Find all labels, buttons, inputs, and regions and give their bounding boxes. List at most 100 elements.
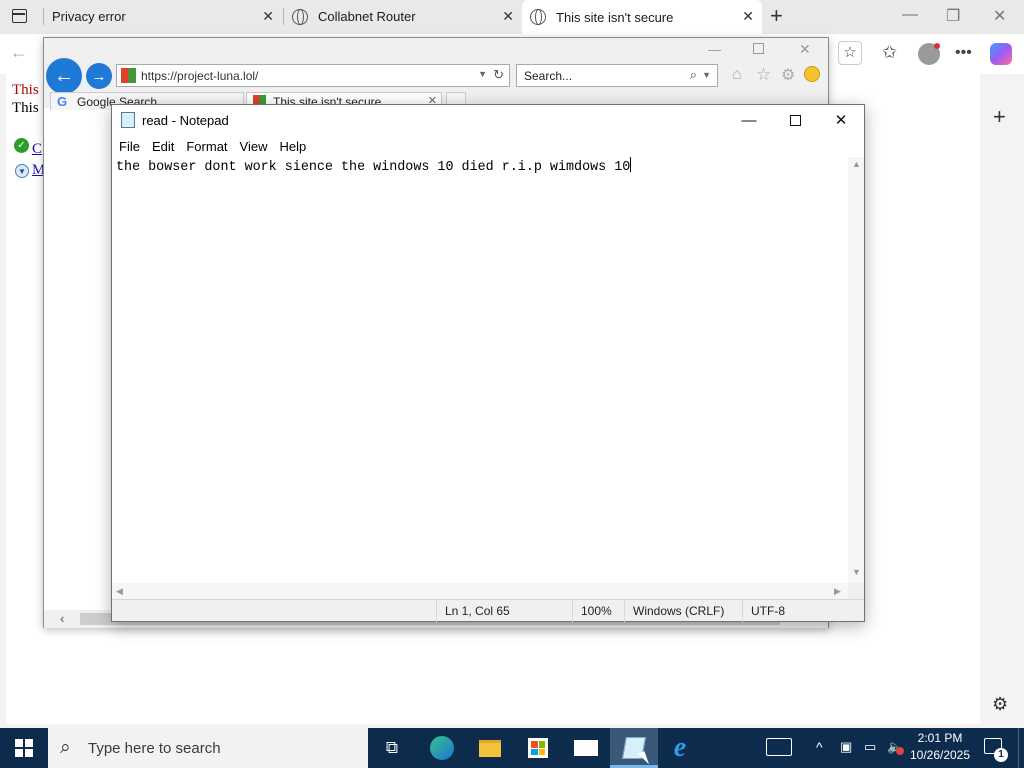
task-view-icon[interactable]: ⧉	[378, 734, 406, 762]
clock-date: 10/26/2025	[909, 748, 971, 762]
address-dropdown-icon[interactable]: ▼	[478, 69, 487, 79]
favorite-star-icon[interactable]: ☆	[838, 41, 862, 65]
back-icon[interactable]: ←	[10, 42, 28, 63]
status-line-ending: Windows (CRLF)	[624, 600, 742, 622]
tools-gear-icon[interactable]: ⚙	[781, 65, 795, 85]
show-hidden-icons-icon[interactable]: ^	[816, 739, 823, 755]
ie-forward-icon[interactable]: →	[86, 63, 112, 89]
search-icon: ⌕	[60, 737, 71, 758]
notepad-menubar: File Edit Format View Help	[112, 135, 864, 157]
system-clock[interactable]: 2:01 PM 10/26/2025	[905, 730, 975, 766]
notepad-vertical-scrollbar[interactable]: ▲ ▼	[848, 157, 864, 583]
close-icon[interactable]: ✕	[993, 6, 1006, 26]
ie-search-placeholder: Search...	[524, 68, 573, 83]
microsoft-store-icon[interactable]	[524, 734, 552, 762]
expand-icon[interactable]: ▼	[15, 164, 29, 178]
globe-icon	[530, 9, 546, 25]
network-icon[interactable]: ▭	[864, 739, 876, 755]
maximize-icon[interactable]	[772, 109, 818, 131]
notepad-taskbar-icon[interactable]	[610, 728, 658, 768]
close-tab-icon[interactable]: ✕	[262, 8, 274, 25]
menu-help[interactable]: Help	[279, 139, 306, 154]
edge-browser-icon[interactable]	[428, 734, 456, 762]
close-icon[interactable]: ✕	[818, 109, 864, 131]
notification-dot-icon	[934, 43, 940, 49]
notepad-text-area[interactable]: the bowser dont work sience the windows …	[112, 157, 848, 583]
page-text-line: This	[12, 82, 39, 98]
minimize-icon[interactable]: —	[902, 6, 918, 24]
show-desktop-button[interactable]	[1018, 728, 1024, 768]
edge-tab-not-secure[interactable]: This site isn't secure ✕	[522, 0, 762, 34]
close-tab-icon[interactable]: ✕	[742, 8, 754, 25]
scroll-down-icon[interactable]: ▼	[852, 567, 861, 577]
page-link[interactable]: C	[32, 141, 42, 158]
resize-grip-icon[interactable]	[848, 583, 864, 599]
start-button[interactable]	[0, 728, 48, 768]
scroll-up-icon[interactable]: ▲	[852, 159, 861, 169]
status-zoom-text: 100%	[581, 604, 612, 618]
scroll-left-icon[interactable]: ◀	[116, 586, 123, 597]
menu-view[interactable]: View	[240, 139, 268, 154]
shield-check-icon: ✓	[14, 138, 29, 153]
internet-explorer-icon[interactable]: e	[666, 732, 694, 763]
minimize-icon[interactable]: —	[708, 42, 721, 57]
scroll-left-icon[interactable]: ‹	[60, 611, 64, 626]
notepad-icon	[121, 112, 135, 128]
home-icon[interactable]: ⌂	[732, 66, 742, 84]
notepad-titlebar[interactable]: read - Notepad — ✕	[112, 105, 864, 135]
tab-actions-icon[interactable]	[12, 9, 27, 23]
restore-icon[interactable]: ❐	[946, 6, 960, 26]
notepad-window: read - Notepad — ✕ File Edit Format View…	[111, 104, 865, 622]
favorites-icon[interactable]: ✩	[882, 42, 897, 63]
add-sidebar-icon[interactable]: +	[993, 104, 1006, 130]
scroll-right-icon[interactable]: ▶	[834, 586, 841, 597]
edge-tab-label: Privacy error	[52, 9, 126, 24]
ie-back-icon[interactable]: ←	[46, 58, 82, 94]
news-widget-icon[interactable]	[766, 738, 792, 756]
mail-icon[interactable]	[572, 734, 600, 762]
windows-flag-icon	[121, 68, 136, 83]
close-icon[interactable]: ✕	[799, 41, 811, 58]
page-text-line: This	[12, 100, 39, 116]
edge-tab-privacy-error[interactable]: Privacy error ✕	[44, 0, 282, 33]
status-encoding: UTF-8	[742, 600, 864, 622]
status-position-text: Ln 1, Col 65	[445, 604, 510, 618]
ie-frame: — ✕ ← → https://project-luna.lol/ ▼ ↻ Se…	[44, 38, 828, 110]
new-tab-icon[interactable]: +	[770, 3, 783, 29]
taskbar-search-box[interactable]: ⌕ Type here to search	[48, 728, 368, 768]
file-explorer-icon[interactable]	[476, 734, 504, 762]
smiley-feedback-icon[interactable]	[804, 66, 820, 82]
taskbar: ⌕ Type here to search ⧉ e ^ ▣ ▭ 🔈 2:01 P…	[0, 728, 1024, 768]
notepad-statusbar: Ln 1, Col 65 100% Windows (CRLF) UTF-8	[112, 599, 864, 622]
more-options-icon[interactable]: •••	[955, 44, 972, 62]
menu-edit[interactable]: Edit	[152, 139, 174, 154]
taskbar-search-placeholder: Type here to search	[88, 739, 221, 757]
maximize-icon[interactable]	[753, 43, 764, 54]
status-encoding-text: UTF-8	[751, 604, 785, 618]
search-dropdown-icon[interactable]: ▼	[702, 70, 711, 80]
google-logo-icon: G	[57, 94, 68, 109]
menu-file[interactable]: File	[119, 139, 140, 154]
globe-icon	[292, 8, 308, 25]
notepad-content: the bowser dont work sience the windows …	[116, 160, 631, 175]
search-icon[interactable]: ⌕	[690, 67, 697, 83]
copilot-icon[interactable]	[990, 43, 1012, 65]
refresh-icon[interactable]: ↻	[493, 67, 504, 83]
minimize-icon[interactable]: —	[726, 109, 772, 131]
menu-format[interactable]: Format	[186, 139, 227, 154]
edge-tab-label: This site isn't secure	[556, 9, 674, 25]
status-line-ending-text: Windows (CRLF)	[633, 604, 725, 618]
windows-logo-icon	[15, 739, 33, 757]
notepad-horizontal-scrollbar[interactable]: ◀ ▶	[112, 583, 848, 599]
edge-sidebar: + ⚙	[980, 74, 1024, 728]
close-tab-icon[interactable]: ✕	[502, 8, 514, 25]
mute-indicator-icon	[896, 747, 904, 755]
notepad-title: read - Notepad	[142, 112, 229, 128]
ie-address-bar[interactable]: https://project-luna.lol/ ▼ ↻	[116, 64, 510, 87]
ie-search-box[interactable]: Search... ⌕ ▼	[516, 64, 718, 87]
settings-gear-icon[interactable]: ⚙	[992, 694, 1008, 715]
edge-tab-strip: Privacy error ✕ Collabnet Router ✕ This …	[0, 0, 1024, 34]
favorites-icon[interactable]: ☆	[756, 65, 771, 85]
meet-now-icon[interactable]: ▣	[840, 739, 852, 755]
edge-tab-collabnet[interactable]: Collabnet Router ✕	[284, 0, 522, 33]
